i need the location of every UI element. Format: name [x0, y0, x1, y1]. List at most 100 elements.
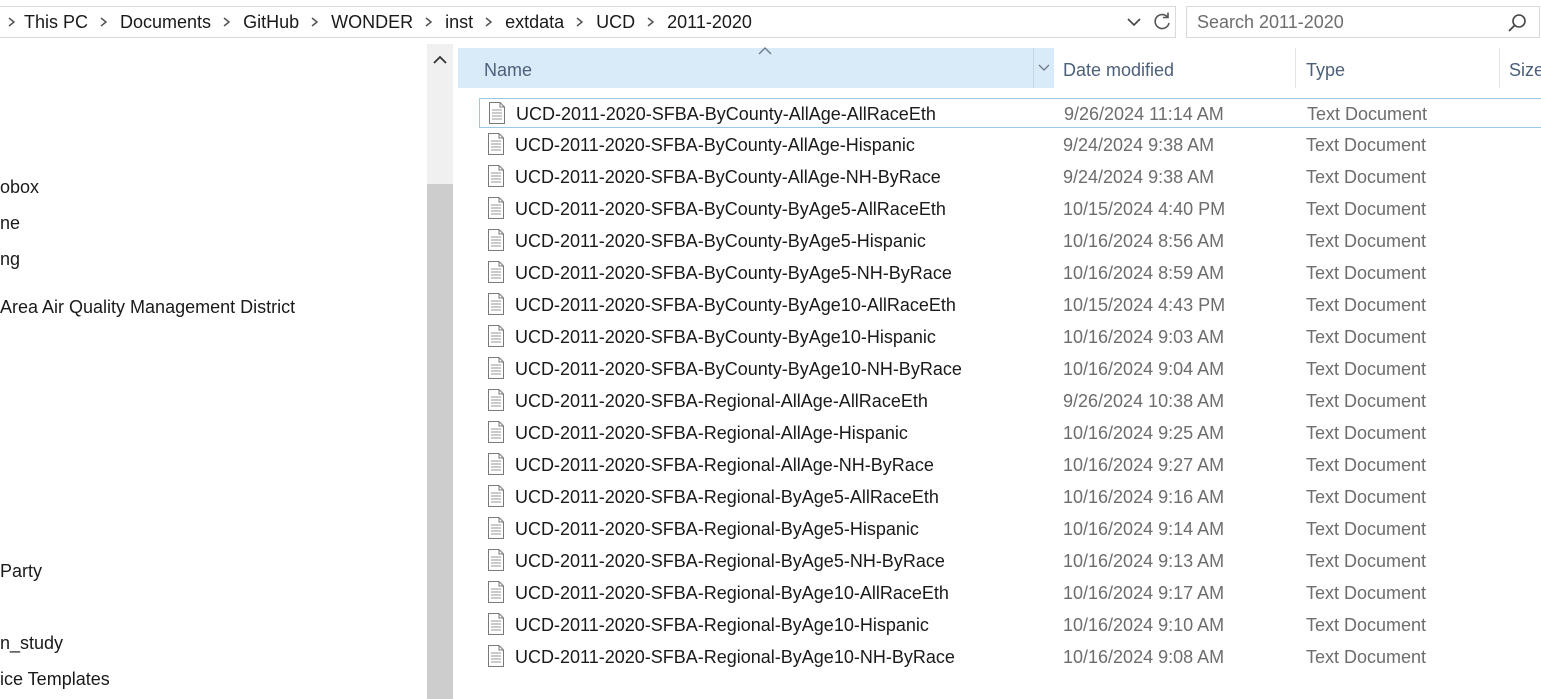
text-document-icon [487, 421, 505, 443]
file-row[interactable]: UCD-2011-2020-SFBA-ByCounty-ByAge10-Hisp… [479, 322, 1541, 352]
chevron-right-icon[interactable] [415, 17, 443, 27]
nav-scrollbar[interactable] [427, 44, 453, 699]
file-date-modified: 9/24/2024 9:38 AM [1063, 167, 1215, 187]
text-document-icon [487, 549, 505, 571]
file-row[interactable]: UCD-2011-2020-SFBA-ByCounty-ByAge5-AllRa… [479, 194, 1541, 224]
file-row[interactable]: UCD-2011-2020-SFBA-Regional-AllAge-NH-By… [479, 450, 1541, 480]
text-document-icon [487, 485, 505, 507]
chevron-right-icon[interactable] [0, 17, 22, 27]
file-type: Text Document [1306, 167, 1427, 187]
text-document-icon [487, 453, 505, 475]
nav-item[interactable]: Party [0, 561, 42, 582]
breadcrumb-inst[interactable]: inst [443, 12, 475, 33]
text-document-icon [487, 133, 505, 155]
breadcrumb-wonder[interactable]: WONDER [329, 12, 415, 33]
file-type: Text Document [1307, 104, 1428, 124]
file-row[interactable]: UCD-2011-2020-SFBA-ByCounty-AllAge-NH-By… [479, 162, 1541, 192]
file-row[interactable]: UCD-2011-2020-SFBA-Regional-ByAge10-Hisp… [479, 610, 1541, 640]
column-header-name[interactable]: Name [458, 47, 1054, 88]
scroll-up-icon[interactable] [432, 54, 448, 66]
scrollbar-thumb[interactable] [427, 184, 453, 699]
file-row[interactable]: UCD-2011-2020-SFBA-Regional-AllAge-AllRa… [479, 386, 1541, 416]
file-name: UCD-2011-2020-SFBA-Regional-ByAge10-NH-B… [515, 647, 955, 667]
file-date-modified: 10/16/2024 9:03 AM [1063, 327, 1225, 347]
text-document-icon [487, 357, 505, 379]
file-date-modified: 9/24/2024 9:38 AM [1063, 135, 1215, 155]
file-row[interactable]: UCD-2011-2020-SFBA-ByCounty-ByAge10-AllR… [479, 290, 1541, 320]
file-date-modified: 10/15/2024 4:40 PM [1063, 199, 1226, 219]
column-header-size[interactable]: Size [1509, 60, 1541, 81]
file-type: Text Document [1306, 135, 1427, 155]
file-row[interactable]: UCD-2011-2020-SFBA-ByCounty-ByAge5-NH-By… [479, 258, 1541, 288]
file-row[interactable]: UCD-2011-2020-SFBA-ByCounty-AllAge-AllRa… [479, 98, 1541, 128]
column-header-date-modified[interactable]: Date modified [1063, 60, 1174, 81]
nav-item[interactable]: ne [0, 213, 20, 234]
file-date-modified: 10/16/2024 9:16 AM [1063, 487, 1225, 507]
text-document-icon [487, 581, 505, 603]
text-document-icon [487, 229, 505, 251]
chevron-right-icon[interactable] [566, 17, 594, 27]
file-type: Text Document [1306, 199, 1427, 219]
file-type: Text Document [1306, 231, 1427, 251]
file-type: Text Document [1306, 391, 1427, 411]
search-icon[interactable] [1507, 13, 1527, 33]
chevron-right-icon[interactable] [637, 17, 665, 27]
nav-item[interactable]: obox [0, 177, 39, 198]
file-name: UCD-2011-2020-SFBA-Regional-AllAge-NH-By… [515, 455, 934, 475]
breadcrumb-ucd[interactable]: UCD [594, 12, 637, 33]
file-row[interactable]: UCD-2011-2020-SFBA-Regional-AllAge-Hispa… [479, 418, 1541, 448]
address-bar: This PC Documents GitHub WONDER inst ext… [0, 0, 1541, 44]
nav-item[interactable]: ice Templates [0, 669, 110, 690]
nav-item[interactable]: Area Air Quality Management District [0, 297, 295, 318]
file-row[interactable]: UCD-2011-2020-SFBA-Regional-ByAge10-NH-B… [479, 642, 1541, 672]
file-date-modified: 10/16/2024 9:10 AM [1063, 615, 1225, 635]
nav-item[interactable]: n_study [0, 633, 63, 654]
column-divider[interactable] [1295, 48, 1296, 88]
nav-item[interactable]: ng [0, 249, 20, 270]
file-row[interactable]: UCD-2011-2020-SFBA-Regional-ByAge5-NH-By… [479, 546, 1541, 576]
column-header-type[interactable]: Type [1306, 60, 1345, 81]
column-divider[interactable] [1499, 48, 1500, 88]
file-type: Text Document [1306, 455, 1427, 475]
file-type: Text Document [1306, 583, 1427, 603]
file-row[interactable]: UCD-2011-2020-SFBA-Regional-ByAge5-Hispa… [479, 514, 1541, 544]
file-row[interactable]: UCD-2011-2020-SFBA-ByCounty-ByAge10-NH-B… [479, 354, 1541, 384]
file-type: Text Document [1306, 263, 1427, 283]
chevron-right-icon[interactable] [213, 17, 241, 27]
file-name: UCD-2011-2020-SFBA-Regional-ByAge10-Hisp… [515, 615, 929, 635]
file-type: Text Document [1306, 327, 1427, 347]
file-row[interactable]: UCD-2011-2020-SFBA-Regional-ByAge5-AllRa… [479, 482, 1541, 512]
breadcrumb-this-pc[interactable]: This PC [22, 12, 90, 33]
breadcrumb-documents[interactable]: Documents [118, 12, 213, 33]
text-document-icon [487, 613, 505, 635]
text-document-icon [487, 165, 505, 187]
chevron-right-icon[interactable] [301, 17, 329, 27]
column-header-name-label: Name [484, 60, 533, 80]
file-row[interactable]: UCD-2011-2020-SFBA-ByCounty-ByAge5-Hispa… [479, 226, 1541, 256]
breadcrumb-extdata[interactable]: extdata [503, 12, 566, 33]
breadcrumb-github[interactable]: GitHub [241, 12, 301, 33]
file-date-modified: 10/15/2024 4:43 PM [1063, 295, 1226, 315]
text-document-icon [488, 102, 506, 124]
file-name: UCD-2011-2020-SFBA-Regional-ByAge10-AllR… [515, 583, 949, 603]
navigation-pane: obox ne ng Area Air Quality Management D… [0, 44, 427, 699]
chevron-right-icon[interactable] [90, 17, 118, 27]
chevron-down-icon[interactable] [1038, 62, 1050, 72]
search-input[interactable] [1187, 11, 1487, 33]
address-history-dropdown[interactable] [1124, 12, 1144, 32]
column-divider[interactable] [1033, 48, 1034, 88]
file-name: UCD-2011-2020-SFBA-ByCounty-ByAge5-Hispa… [515, 231, 926, 251]
file-type: Text Document [1306, 295, 1427, 315]
refresh-icon [1154, 12, 1170, 30]
file-name: UCD-2011-2020-SFBA-Regional-AllAge-Hispa… [515, 423, 908, 443]
chevron-right-icon[interactable] [475, 17, 503, 27]
file-date-modified: 10/16/2024 8:59 AM [1063, 263, 1225, 283]
file-date-modified: 10/16/2024 9:13 AM [1063, 551, 1225, 571]
file-name: UCD-2011-2020-SFBA-ByCounty-AllAge-NH-By… [515, 167, 941, 187]
file-row[interactable]: UCD-2011-2020-SFBA-Regional-ByAge10-AllR… [479, 578, 1541, 608]
refresh-button[interactable] [1150, 10, 1174, 34]
file-name: UCD-2011-2020-SFBA-Regional-ByAge5-NH-By… [515, 551, 945, 571]
breadcrumb-current-folder[interactable]: 2011-2020 [665, 12, 754, 33]
file-type: Text Document [1306, 647, 1427, 667]
file-row[interactable]: UCD-2011-2020-SFBA-ByCounty-AllAge-Hispa… [479, 130, 1541, 160]
